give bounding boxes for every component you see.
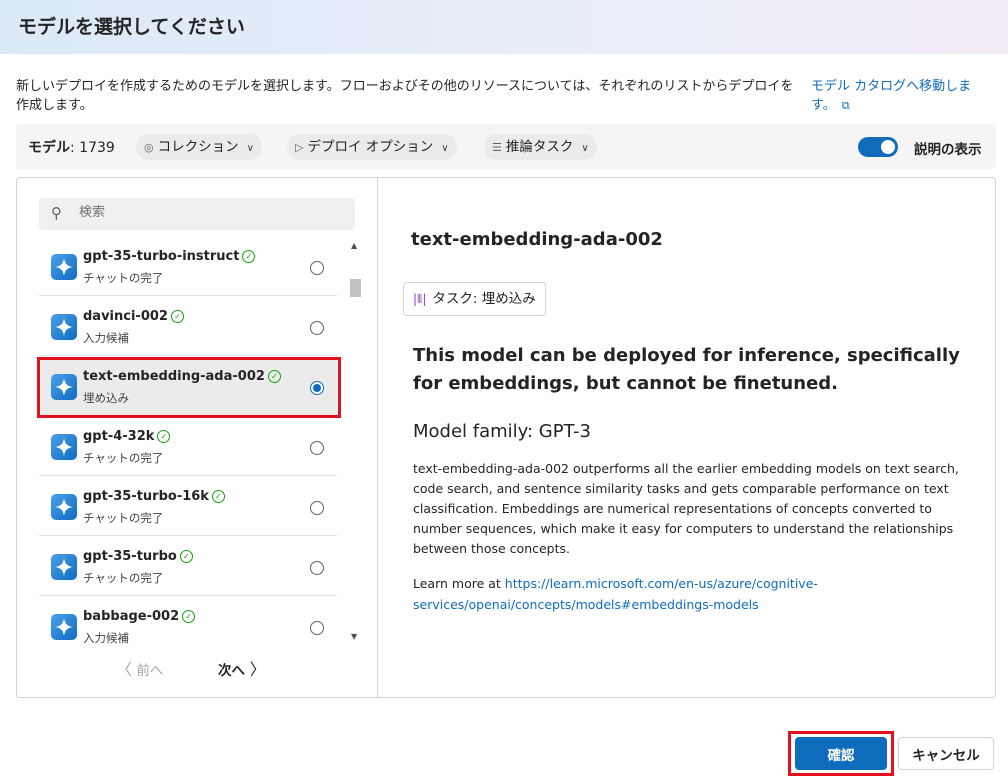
verified-icon: ✓ [170, 310, 184, 323]
model-name: davinci-002 [83, 309, 168, 324]
verified-icon: ✓ [157, 430, 171, 443]
learn-more-label: Learn more at [413, 576, 505, 591]
model-sparkle-icon [51, 434, 77, 460]
model-sparkle-icon [51, 254, 77, 280]
search-icon: ⚲ [51, 204, 62, 222]
model-sparkle-icon [51, 614, 77, 640]
task-tag-label: タスク: 埋め込み [432, 291, 536, 307]
model-sparkle-icon [51, 494, 77, 520]
next-page-button[interactable]: 次へ 〉 [218, 656, 266, 680]
inference-task-filter-label: 推論タスク [505, 139, 574, 155]
panel-divider [377, 178, 378, 697]
model-count-label: モデル [28, 140, 70, 156]
collection-icon: ◎ [144, 141, 154, 154]
verified-icon: ✓ [179, 550, 193, 563]
model-catalog-link[interactable]: モデル カタログへ移動します。 ⧉ [811, 77, 991, 115]
task-tag: |⦀| タスク: 埋め込み [403, 282, 546, 316]
external-link-icon: ⧉ [841, 99, 850, 112]
catalog-link-label[interactable]: モデル カタログへ移動します。 [811, 79, 971, 113]
model-task: チャットの完了 [83, 571, 164, 585]
model-name: babbage-002 [83, 609, 180, 624]
previous-page-label: 前へ [136, 663, 164, 679]
model-count-value: : 1739 [70, 140, 115, 156]
dialog-title: モデルを選択してください [18, 16, 245, 38]
search-input[interactable] [79, 205, 339, 220]
model-family: Model family: GPT-3 [413, 421, 591, 442]
show-description-label: 説明の表示 [914, 142, 982, 158]
chevron-down-icon: ∨ [246, 143, 254, 154]
learn-more: Learn more at https://learn.microsoft.co… [413, 573, 983, 615]
model-name: text-embedding-ada-002 [83, 369, 265, 384]
model-description: text-embedding-ada-002 outperforms all t… [413, 461, 959, 556]
detail-title: text-embedding-ada-002 [411, 229, 663, 250]
model-sparkle-icon [51, 554, 77, 580]
model-task: 入力候補 [83, 631, 129, 645]
toggle-knob [881, 140, 895, 154]
play-icon: ▷ [295, 141, 304, 154]
collection-filter-label: コレクション [157, 139, 239, 155]
scroll-down-arrow-icon[interactable]: ▼ [351, 632, 357, 641]
intro-text: 新しいデプロイを作成するためのモデルを選択します。フローおよびその他のリソースに… [16, 79, 794, 113]
model-radio[interactable] [310, 441, 324, 455]
verified-icon: ✓ [267, 370, 281, 383]
list-item[interactable]: gpt-4-32k ✓ チャットの完了 [39, 417, 337, 476]
model-count: モデル: 1739 [28, 137, 115, 157]
chevron-left-icon: 〈 [116, 660, 133, 679]
list-item[interactable]: gpt-35-turbo-16k ✓ チャットの完了 [39, 477, 337, 536]
scroll-thumb[interactable] [350, 279, 361, 297]
inference-task-filter[interactable]: ☰ 推論タスク ∨ [484, 134, 597, 160]
model-task: チャットの完了 [83, 511, 164, 525]
model-task: 埋め込み [83, 391, 129, 405]
chevron-down-icon: ∨ [441, 143, 449, 154]
collection-filter[interactable]: ◎ コレクション ∨ [136, 134, 262, 160]
detail-summary: This model can be deployed for inference… [413, 345, 960, 394]
show-description-toggle[interactable] [858, 137, 898, 157]
model-sparkle-icon [51, 374, 77, 400]
model-name: gpt-35-turbo-16k [83, 489, 209, 504]
verified-icon: ✓ [182, 610, 196, 623]
model-radio-selected[interactable] [310, 381, 324, 395]
model-task: チャットの完了 [83, 271, 164, 285]
chevron-right-icon: 〉 [249, 660, 266, 679]
confirm-button[interactable]: 確認 [795, 737, 887, 770]
chevron-down-icon: ∨ [581, 143, 589, 154]
list-scrollbar[interactable]: ▲ ▼ [348, 237, 363, 647]
previous-page-button[interactable]: 〈 前へ [116, 656, 163, 680]
list-item[interactable]: gpt-35-turbo ✓ チャットの完了 [39, 537, 337, 596]
list-item[interactable]: gpt-35-turbo-instruct ✓ チャットの完了 [39, 237, 337, 296]
model-sparkle-icon [51, 314, 77, 340]
model-task: チャットの完了 [83, 451, 164, 465]
next-page-label: 次へ [218, 663, 245, 679]
model-list: gpt-35-turbo-instruct ✓ チャットの完了 davinci-0… [39, 237, 339, 647]
model-radio[interactable] [310, 261, 324, 275]
list-item[interactable]: babbage-002 ✓ 入力候補 [39, 597, 337, 647]
model-name: gpt-35-turbo [83, 549, 177, 564]
search-box[interactable]: ⚲ [39, 198, 355, 230]
model-radio[interactable] [310, 621, 324, 635]
scroll-up-arrow-icon[interactable]: ▲ [351, 241, 357, 250]
filter-toolbar: モデル: 1739 ◎ コレクション ∨ ▷ デプロイ オプション ∨ ☰ 推論タスク ∨ … [16, 124, 996, 169]
verified-icon: ✓ [242, 250, 256, 263]
deploy-option-filter-label: デプロイ オプション [307, 139, 434, 155]
model-task: 入力候補 [83, 331, 129, 345]
model-name: gpt-4-32k [83, 429, 155, 444]
model-name: gpt-35-turbo-instruct [83, 249, 240, 264]
model-radio[interactable] [310, 321, 324, 335]
deploy-option-filter[interactable]: ▷ デプロイ オプション ∨ [287, 134, 457, 160]
verified-icon: ✓ [211, 490, 225, 503]
model-radio[interactable] [310, 561, 324, 575]
cancel-button[interactable]: キャンセル [898, 737, 994, 770]
list-item-selected[interactable]: text-embedding-ada-002 ✓ 埋め込み [39, 357, 337, 416]
list-item[interactable]: davinci-002 ✓ 入力候補 [39, 297, 337, 356]
model-radio[interactable] [310, 501, 324, 515]
dialog-header: モデルを選択してください [0, 0, 1008, 54]
list-icon: ☰ [492, 141, 502, 154]
task-icon: |⦀| [413, 292, 427, 306]
